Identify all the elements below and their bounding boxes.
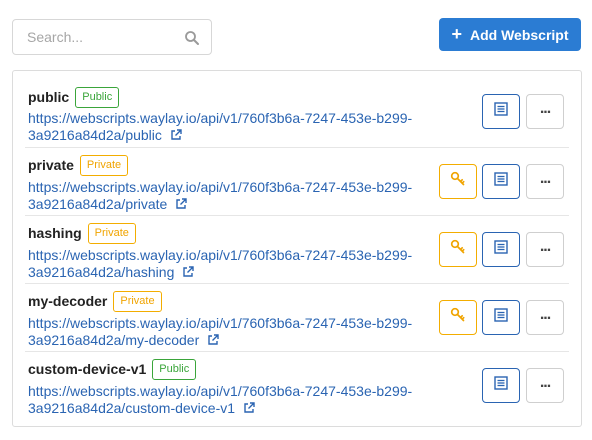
- webscript-url-link[interactable]: https://webscripts.waylay.io/api/v1/760f…: [28, 315, 428, 349]
- url-line-1: https://webscripts.waylay.io/api/v1/760f…: [28, 110, 413, 126]
- webscript-name: hashing: [28, 225, 82, 241]
- list-item: hashing Private https://webscripts.wayla…: [25, 215, 569, 283]
- list-item: public Public https://webscripts.waylay.…: [25, 79, 569, 147]
- more-icon: ...: [539, 169, 551, 187]
- edit-button[interactable]: [482, 164, 520, 199]
- document-icon: [494, 102, 508, 121]
- url-line-2: 3a9216a84d2a/hashing: [28, 264, 175, 280]
- add-webscript-button[interactable]: + Add Webscript: [439, 18, 581, 51]
- edit-button[interactable]: [482, 232, 520, 267]
- url-line-1: https://webscripts.waylay.io/api/v1/760f…: [28, 179, 413, 195]
- key-icon: [450, 171, 466, 192]
- webscript-name: custom-device-v1: [28, 361, 147, 377]
- document-icon: [494, 172, 508, 191]
- list-item: my-decoder Private https://webscripts.wa…: [25, 283, 569, 351]
- more-button[interactable]: ...: [526, 232, 564, 267]
- url-line-1: https://webscripts.waylay.io/api/v1/760f…: [28, 247, 413, 263]
- key-button[interactable]: [439, 300, 477, 335]
- status-badge: Public: [152, 358, 197, 380]
- webscript-url-link[interactable]: https://webscripts.waylay.io/api/v1/760f…: [28, 110, 428, 144]
- webscript-url-link[interactable]: https://webscripts.waylay.io/api/v1/760f…: [28, 247, 428, 281]
- url-line-2: 3a9216a84d2a/my-decoder: [28, 332, 200, 348]
- webscript-list: public Public https://webscripts.waylay.…: [12, 70, 582, 427]
- document-icon: [494, 376, 508, 395]
- add-webscript-label: Add Webscript: [469, 26, 569, 43]
- external-link-icon: [175, 197, 187, 209]
- external-link-icon: [207, 333, 219, 345]
- key-button[interactable]: [439, 164, 477, 199]
- document-icon: [494, 240, 508, 259]
- more-button[interactable]: ...: [526, 368, 564, 403]
- url-line-2: 3a9216a84d2a/public: [28, 127, 162, 143]
- search-icon: [184, 30, 200, 46]
- list-item: private Private https://webscripts.wayla…: [25, 147, 569, 215]
- more-button[interactable]: ...: [526, 164, 564, 199]
- webscript-url-link[interactable]: https://webscripts.waylay.io/api/v1/760f…: [28, 179, 428, 213]
- url-line-1: https://webscripts.waylay.io/api/v1/760f…: [28, 315, 413, 331]
- url-line-2: 3a9216a84d2a/private: [28, 196, 168, 212]
- more-icon: ...: [539, 373, 551, 391]
- external-link-icon: [243, 401, 255, 413]
- status-badge: Private: [79, 154, 129, 176]
- url-line-1: https://webscripts.waylay.io/api/v1/760f…: [28, 383, 413, 399]
- external-link-icon: [182, 265, 194, 277]
- document-icon: [494, 308, 508, 327]
- list-item: custom-device-v1 Public https://webscrip…: [25, 351, 569, 419]
- webscript-name: private: [28, 157, 74, 173]
- external-link-icon: [170, 128, 182, 140]
- key-icon: [450, 307, 466, 328]
- more-icon: ...: [539, 305, 551, 323]
- plus-icon: +: [451, 23, 462, 44]
- more-button[interactable]: ...: [526, 94, 564, 129]
- edit-button[interactable]: [482, 300, 520, 335]
- webscript-name: public: [28, 89, 70, 105]
- search-input[interactable]: [13, 20, 211, 54]
- more-icon: ...: [539, 99, 551, 117]
- webscript-url-link[interactable]: https://webscripts.waylay.io/api/v1/760f…: [28, 383, 428, 417]
- edit-button[interactable]: [482, 368, 520, 403]
- key-button[interactable]: [439, 232, 477, 267]
- status-badge: Public: [75, 86, 120, 108]
- url-line-2: 3a9216a84d2a/custom-device-v1: [28, 400, 236, 416]
- webscript-name: my-decoder: [28, 293, 108, 309]
- more-button[interactable]: ...: [526, 300, 564, 335]
- status-badge: Private: [113, 290, 162, 312]
- key-icon: [450, 239, 466, 260]
- search-box[interactable]: [12, 19, 212, 55]
- more-icon: ...: [539, 237, 551, 255]
- status-badge: Private: [87, 222, 136, 244]
- edit-button[interactable]: [482, 94, 520, 129]
